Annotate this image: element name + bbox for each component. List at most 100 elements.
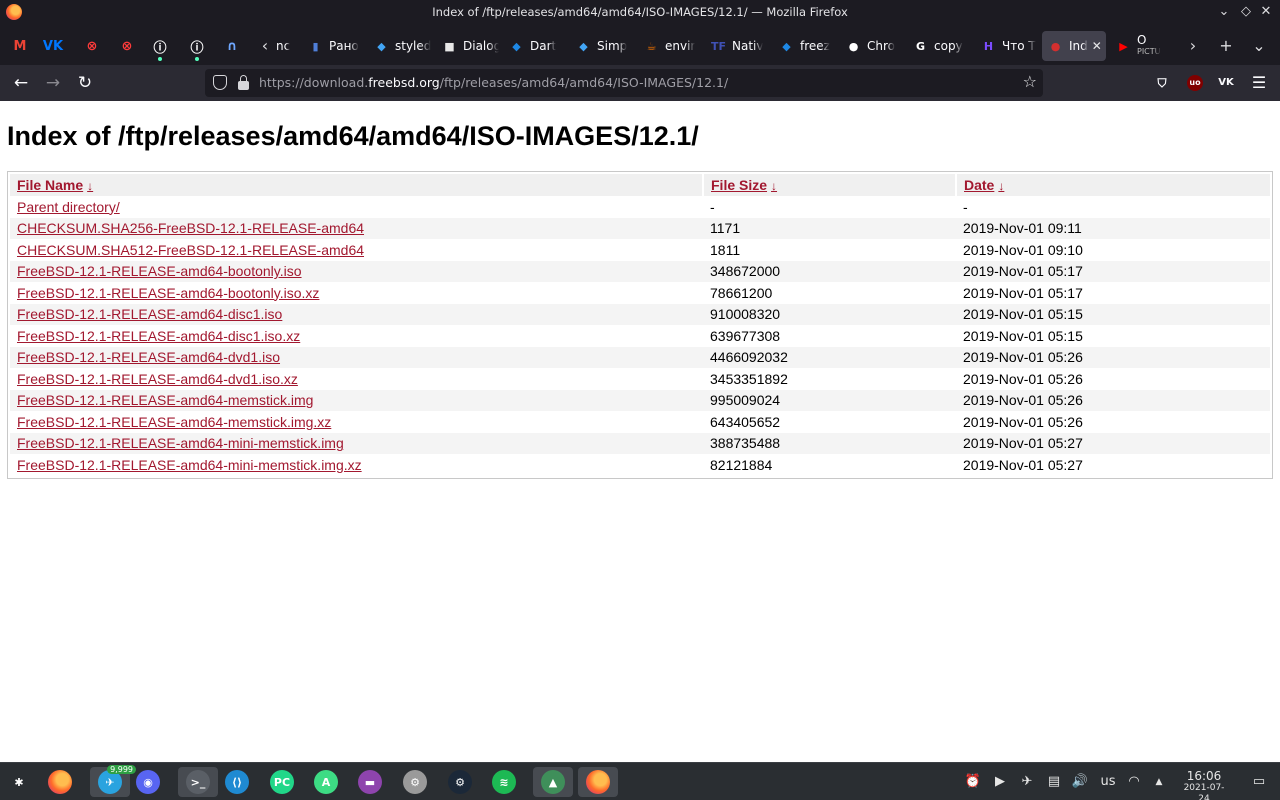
tab-3[interactable]: ■ Dialog	[436, 31, 499, 61]
clock[interactable]: 16:06 2021-07-24	[1178, 769, 1230, 800]
sort-arrow-icon[interactable]: ↓	[771, 179, 777, 193]
bookmark-star-icon[interactable]: ☆	[1023, 72, 1037, 91]
window-titlebar[interactable]: Index of /ftp/releases/amd64/amd64/ISO-I…	[0, 0, 1280, 26]
table-row: FreeBSD-12.1-RELEASE-amd64-dvd1.iso 44660…	[10, 346, 1270, 368]
file-link[interactable]: FreeBSD-12.1-RELEASE-amd64-bootonly.iso.…	[17, 285, 319, 301]
close-tab-icon[interactable]: ✕	[1092, 39, 1102, 53]
tab-label: freez	[800, 39, 830, 53]
url-prefix: https://download.	[259, 75, 369, 90]
keyboard-layout-indicator[interactable]: us	[1098, 773, 1118, 791]
tab-0[interactable]: nc	[270, 31, 298, 61]
tab-2[interactable]: ◆ styled	[368, 31, 432, 61]
wifi-icon[interactable]: ◠	[1125, 773, 1143, 791]
taskbar-spotify[interactable]: ≋	[489, 767, 519, 797]
taskbar-firefox[interactable]	[45, 767, 75, 797]
pinned-tab-vk[interactable]: VK	[41, 34, 65, 58]
lock-icon[interactable]	[238, 75, 249, 90]
taskbar-telegram[interactable]: ✈ 9,999	[90, 765, 136, 797]
tab-7[interactable]: TF Nativ	[705, 31, 769, 61]
file-name-cell: FreeBSD-12.1-RELEASE-amd64-disc1.iso.xz	[10, 325, 703, 347]
file-link[interactable]: FreeBSD-12.1-RELEASE-amd64-dvd1.iso.xz	[17, 371, 298, 387]
volume-icon[interactable]: 🔊	[1071, 773, 1089, 791]
app-menu-button[interactable]: ☰	[1248, 72, 1270, 94]
taskbar-firefox-running[interactable]	[578, 767, 618, 797]
file-name-cell: CHECKSUM.SHA256-FreeBSD-12.1-RELEASE-amd…	[10, 217, 703, 239]
show-desktop-button[interactable]: ▭	[1250, 773, 1268, 791]
file-link[interactable]: FreeBSD-12.1-RELEASE-amd64-memstick.img.…	[17, 414, 331, 430]
list-all-tabs-button[interactable]: ⌄	[1248, 35, 1270, 57]
file-link[interactable]: FreeBSD-12.1-RELEASE-amd64-dvd1.iso	[17, 349, 280, 365]
tab-10[interactable]: Gcopy	[907, 31, 971, 61]
maximize-button[interactable]: ◇	[1237, 3, 1255, 21]
taskbar-pycharm[interactable]: PC	[267, 767, 297, 797]
tab-13[interactable]: ▶ О PICTU	[1110, 31, 1178, 61]
file-link[interactable]: FreeBSD-12.1-RELEASE-amd64-disc1.iso	[17, 306, 282, 322]
alarm-icon[interactable]: ⏰	[964, 773, 982, 791]
pinned-tab-opera-red-2[interactable]: ⊗	[115, 34, 139, 58]
expand-tray-icon[interactable]: ▲	[1150, 773, 1168, 791]
file-date-cell: 2019-Nov-01 05:26	[963, 370, 1083, 387]
back-button[interactable]: ←	[9, 71, 33, 95]
url-bar[interactable]: https://download.freebsd.org/ftp/release…	[205, 69, 1043, 97]
taskbar-discord[interactable]: ◉	[133, 767, 163, 797]
file-link[interactable]: FreeBSD-12.1-RELEASE-amd64-memstick.img	[17, 392, 313, 408]
tab-label-sub: PICTU	[1137, 47, 1161, 56]
media-play-icon[interactable]: ▶	[991, 773, 1009, 791]
sort-arrow-icon[interactable]: ↓	[87, 179, 93, 193]
taskbar-terminal[interactable]: >_	[178, 767, 218, 797]
sort-by-size-link[interactable]: File Size	[711, 177, 767, 193]
tab-6[interactable]: ☕ envir	[638, 31, 701, 61]
telegram-tray-icon[interactable]: ✈	[1018, 773, 1036, 791]
pocket-icon: ⛉	[1157, 76, 1167, 90]
sort-by-name-link[interactable]: File Name	[17, 177, 83, 193]
tab-11[interactable]: H Что Т	[975, 31, 1038, 61]
spotify-icon: ≋	[492, 770, 516, 794]
file-link[interactable]: CHECKSUM.SHA512-FreeBSD-12.1-RELEASE-amd…	[17, 242, 364, 258]
tab-12[interactable]: ● Ind ✕	[1042, 31, 1106, 61]
taskbar-steam[interactable]: ⚙	[445, 767, 475, 797]
file-link[interactable]: FreeBSD-12.1-RELEASE-amd64-bootonly.iso	[17, 263, 302, 279]
file-link[interactable]: FreeBSD-12.1-RELEASE-amd64-mini-memstick…	[17, 457, 362, 473]
taskbar-file-manager[interactable]: ▬	[355, 767, 385, 797]
tab-9[interactable]: ● Chro	[840, 31, 903, 61]
tab-4[interactable]: ◆ Dart	[503, 31, 566, 61]
taskbar-settings[interactable]: ⚙	[400, 767, 430, 797]
ublock-button[interactable]: uo	[1187, 75, 1203, 91]
tab-5[interactable]: ◆ Simp	[570, 31, 634, 61]
magnet-icon: ∩	[226, 38, 238, 54]
tab-8[interactable]: ◆ freez	[773, 31, 836, 61]
file-link[interactable]: FreeBSD-12.1-RELEASE-amd64-disc1.iso.xz	[17, 328, 300, 344]
sort-by-date-link[interactable]: Date	[964, 177, 994, 193]
close-window-button[interactable]: ✕	[1257, 3, 1275, 21]
url-text[interactable]: https://download.freebsd.org/ftp/release…	[259, 75, 728, 90]
pinned-tab-info-2[interactable]: ⓘ	[185, 34, 209, 61]
pinned-tab-magnet[interactable]: ∩	[220, 34, 244, 58]
sort-arrow-icon[interactable]: ↓	[998, 179, 1004, 193]
close-icon: ✕	[1260, 4, 1272, 19]
forward-button[interactable]: →	[41, 71, 65, 95]
pinned-tab-gmail[interactable]: M	[8, 34, 32, 58]
minimize-button[interactable]: ⌄	[1215, 3, 1233, 21]
clipboard-icon[interactable]: ▤	[1045, 773, 1063, 791]
taskbar-android-device[interactable]: ▲	[533, 767, 573, 797]
taskbar-app-launcher[interactable]: ✱	[4, 767, 34, 797]
tab-1[interactable]: ▮ Рано	[302, 31, 364, 61]
reload-button[interactable]: ↻	[73, 71, 97, 95]
file-date-cell: 2019-Nov-01 05:15	[963, 327, 1083, 344]
taskbar-vscode[interactable]: ⟨⟩	[222, 767, 252, 797]
pinned-tab-info-1[interactable]: ⓘ	[148, 34, 172, 61]
terminal-icon: >_	[186, 770, 210, 794]
file-listing: File Name ↓ File Size ↓ Date ↓ Parent direc…	[7, 171, 1273, 479]
tab-favicon-icon: ◆	[512, 39, 521, 53]
vk-extension-button[interactable]: VK	[1215, 72, 1237, 94]
file-link[interactable]: CHECKSUM.SHA256-FreeBSD-12.1-RELEASE-amd…	[17, 220, 364, 236]
pocket-button[interactable]: ⛉	[1151, 72, 1173, 94]
file-link[interactable]: FreeBSD-12.1-RELEASE-amd64-mini-memstick…	[17, 435, 344, 451]
pinned-tab-opera-red-1[interactable]: ⊗	[80, 34, 104, 58]
new-tab-button[interactable]: +	[1215, 35, 1237, 57]
scroll-tabs-right-button[interactable]: ›	[1182, 35, 1204, 57]
settings-icon: ⚙	[403, 770, 427, 794]
tracking-protection-shield-icon[interactable]	[213, 75, 227, 90]
taskbar-android-studio[interactable]: A	[311, 767, 341, 797]
file-link[interactable]: Parent directory/	[17, 199, 120, 215]
